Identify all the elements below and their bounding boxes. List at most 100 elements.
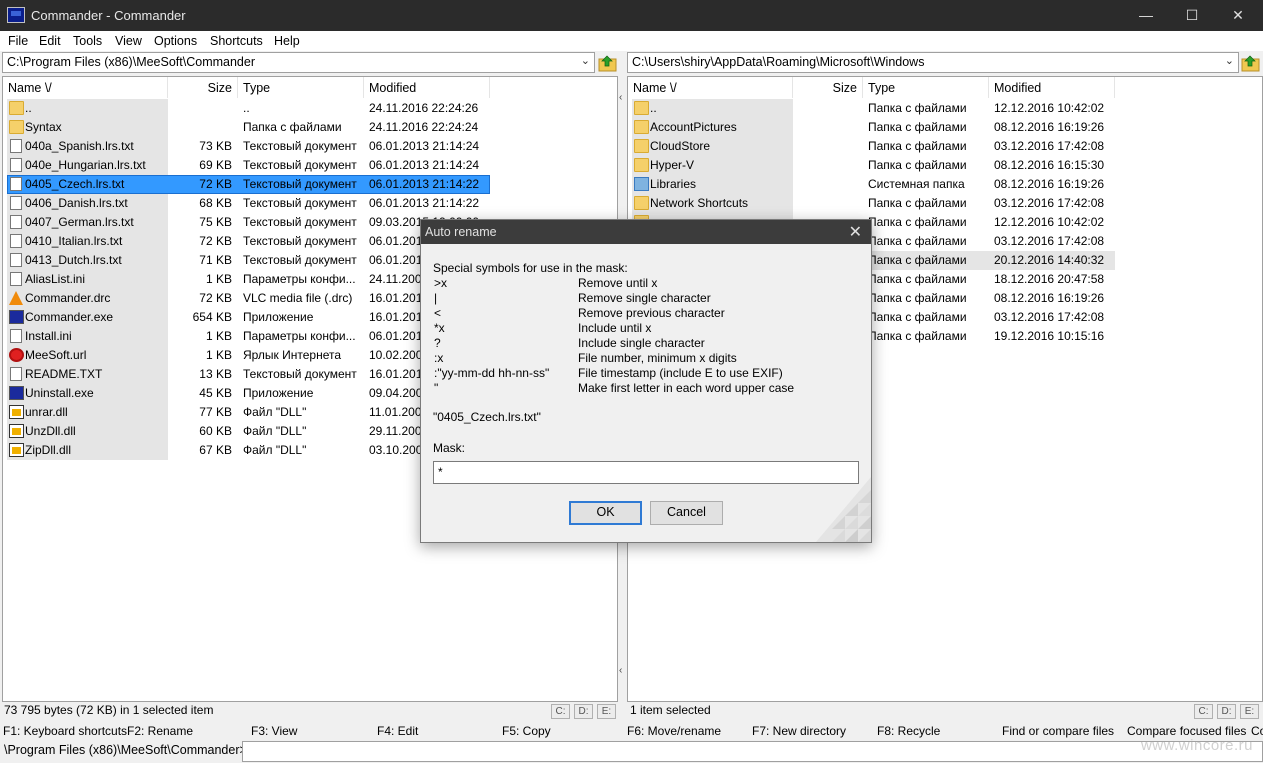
- chevron-down-icon[interactable]: ⌄: [1225, 54, 1234, 67]
- url-icon: [9, 348, 24, 362]
- fkey-f2-rename[interactable]: F2: Rename: [127, 724, 193, 738]
- column-header-size[interactable]: Size: [793, 77, 863, 98]
- file-row[interactable]: AccountPictures Папка с файлами 08.12.2016…: [628, 118, 1262, 137]
- cell-name: unrar.dll: [25, 405, 68, 419]
- compare-focused-files-button[interactable]: Compare focused files: [1127, 724, 1246, 738]
- file-row[interactable]: Libraries Системная папка 08.12.2016 16:19…: [628, 175, 1262, 194]
- cell-modified: 03.12.2016 17:42:08: [994, 139, 1105, 153]
- cell-size: 60 KB: [199, 424, 232, 438]
- mask-input[interactable]: *: [433, 461, 859, 484]
- fkey-f7-new-directory[interactable]: F7: New directory: [752, 724, 846, 738]
- right-up-folder-button[interactable]: [1241, 53, 1260, 72]
- menu-tools[interactable]: Tools: [73, 34, 102, 48]
- doc-icon: [10, 196, 22, 210]
- chevron-down-icon[interactable]: ⌄: [581, 54, 590, 67]
- command-input[interactable]: [242, 741, 1263, 762]
- fkey-overflow[interactable]: Co: [1251, 724, 1263, 738]
- cell-size: 72 KB: [199, 291, 232, 305]
- left-up-folder-button[interactable]: [598, 53, 617, 72]
- cell-name: 0413_Dutch.lrs.txt: [25, 253, 122, 267]
- file-row[interactable]: Hyper-V Папка с файлами 08.12.2016 16:15:3…: [628, 156, 1262, 175]
- cell-size: 45 KB: [199, 386, 232, 400]
- file-row[interactable]: 0406_Danish.lrs.txt 68 KB Текстовый докуме…: [3, 194, 617, 213]
- file-row[interactable]: .. Папка с файлами 12.12.2016 10:42:02: [628, 99, 1262, 118]
- folder-icon: [634, 139, 649, 153]
- cell-name: README.TXT: [25, 367, 103, 381]
- resize-grip-icon[interactable]: [816, 477, 871, 542]
- left-drive-e-button[interactable]: E:: [597, 704, 616, 719]
- right-drive-d-button[interactable]: D:: [1217, 704, 1236, 719]
- menu-file[interactable]: File: [8, 34, 28, 48]
- find-compare-files-button[interactable]: Find or compare files: [1002, 724, 1114, 738]
- minimize-button[interactable]: —: [1123, 0, 1169, 31]
- cell-type: Папка с файлами: [868, 272, 967, 286]
- app-icon: [7, 7, 25, 23]
- fkey-f8-recycle[interactable]: F8: Recycle: [877, 724, 940, 738]
- column-header-modified[interactable]: Modified: [364, 77, 490, 98]
- maximize-button[interactable]: ☐: [1169, 0, 1215, 31]
- menu-help[interactable]: Help: [274, 34, 300, 48]
- right-drive-c-button[interactable]: C:: [1194, 704, 1213, 719]
- cell-modified: 24.11.2016 22:24:24: [369, 120, 479, 134]
- cell-size: 71 KB: [199, 253, 232, 267]
- folder-icon: [634, 158, 649, 172]
- cell-modified: 12.12.2016 10:42:02: [994, 215, 1105, 229]
- fkey-f3-view[interactable]: F3: View: [251, 724, 297, 738]
- column-header-name[interactable]: Name \/: [628, 77, 793, 98]
- column-header-name[interactable]: Name \/: [3, 77, 168, 98]
- cell-name: ..: [25, 101, 32, 115]
- symbol-code: ?: [434, 336, 441, 350]
- doc-icon: [10, 234, 22, 248]
- collapse-left-arrow-icon[interactable]: ‹: [619, 92, 622, 103]
- column-header-type[interactable]: Type: [238, 77, 364, 98]
- column-header-size[interactable]: Size: [168, 77, 238, 98]
- symbol-code: <: [434, 306, 442, 320]
- menu-shortcuts[interactable]: Shortcuts: [210, 34, 263, 48]
- doc-icon: [10, 253, 22, 267]
- cancel-button[interactable]: Cancel: [650, 501, 723, 525]
- cell-modified: 03.12.2016 17:42:08: [994, 196, 1105, 210]
- left-drive-c-button[interactable]: C:: [551, 704, 570, 719]
- fkey-f4-edit[interactable]: F4: Edit: [377, 724, 418, 738]
- fkey-f6-move[interactable]: F6: Move/rename: [627, 724, 721, 738]
- cell-size: 69 KB: [199, 158, 232, 172]
- close-window-button[interactable]: ✕: [1215, 0, 1261, 31]
- file-row[interactable]: Syntax Папка с файлами 24.11.2016 22:24:24: [3, 118, 617, 137]
- cell-size: 77 KB: [199, 405, 232, 419]
- file-row[interactable]: .... 24.11.2016 22:24:26: [3, 99, 617, 118]
- ok-button[interactable]: OK: [569, 501, 642, 525]
- dll-icon: [9, 405, 24, 419]
- symbol-description: Include until x: [578, 321, 652, 335]
- cell-name: 040e_Hungarian.lrs.txt: [25, 158, 146, 172]
- file-row[interactable]: 0405_Czech.lrs.txt 72 KB Текстовый докумен…: [3, 175, 617, 194]
- column-header-modified[interactable]: Modified: [989, 77, 1115, 98]
- cell-modified: 06.01.2013 21:14:24: [369, 139, 480, 153]
- cell-name: Libraries: [650, 177, 697, 191]
- collapse-left-arrow-icon[interactable]: ‹: [619, 665, 622, 676]
- cell-type: Текстовый документ: [243, 367, 357, 381]
- right-path-combobox[interactable]: C:\Users\shiry\AppData\Roaming\Microsoft…: [627, 52, 1239, 73]
- file-row[interactable]: 040e_Hungarian.lrs.txt 69 KB Текстовый док…: [3, 156, 617, 175]
- menu-options[interactable]: Options: [154, 34, 197, 48]
- cell-type: Папка с файлами: [868, 253, 967, 267]
- selection-frame: [7, 175, 490, 194]
- file-row[interactable]: CloudStore Папка с файлами 03.12.2016 17:4…: [628, 137, 1262, 156]
- column-header-type[interactable]: Type: [863, 77, 989, 98]
- folder-icon: [634, 101, 649, 115]
- fkey-f1-shortcuts[interactable]: F1: Keyboard shortcuts: [3, 724, 127, 738]
- left-path-combobox[interactable]: C:\Program Files (x86)\MeeSoft\Commander…: [2, 52, 595, 73]
- example-filename: "0405_Czech.lrs.txt": [433, 410, 541, 424]
- menu-edit[interactable]: Edit: [39, 34, 61, 48]
- dialog-close-icon[interactable]: ✕: [849, 222, 862, 242]
- watermark: www.wincore.ru: [1140, 737, 1253, 754]
- cell-type: Системная папка: [868, 177, 965, 191]
- symbol-description: Remove previous character: [578, 306, 725, 320]
- cell-size: 73 KB: [199, 139, 232, 153]
- file-row[interactable]: Network Shortcuts Папка с файлами 03.12.20…: [628, 194, 1262, 213]
- right-drive-e-button[interactable]: E:: [1240, 704, 1259, 719]
- file-row[interactable]: 040a_Spanish.lrs.txt 73 KB Текстовый докум…: [3, 137, 617, 156]
- left-drive-d-button[interactable]: D:: [574, 704, 593, 719]
- cell-modified: 08.12.2016 16:19:26: [994, 291, 1105, 305]
- fkey-f5-copy[interactable]: F5: Copy: [502, 724, 551, 738]
- menu-view[interactable]: View: [115, 34, 142, 48]
